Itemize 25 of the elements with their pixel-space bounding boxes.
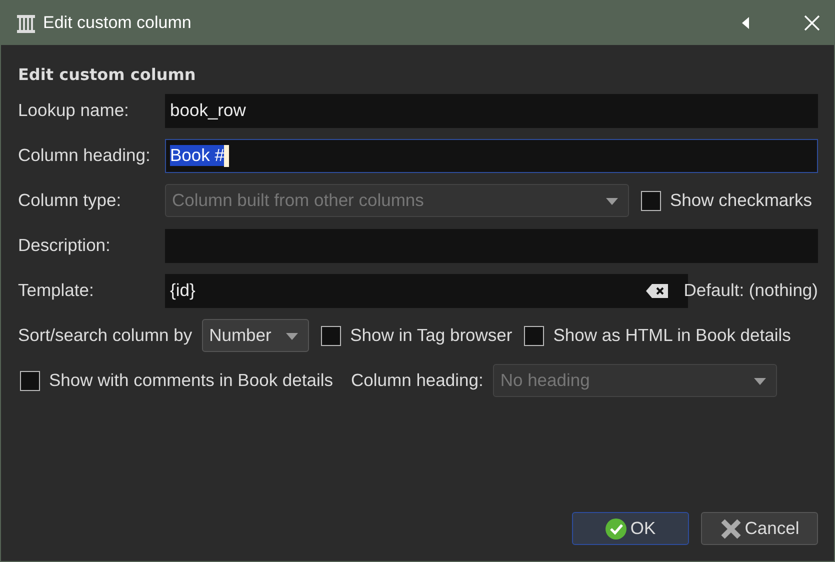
field-label: Template: xyxy=(18,280,95,301)
checkbox[interactable]: Show with comments in Book details xyxy=(20,370,334,391)
cross-icon xyxy=(720,518,742,540)
checkbox[interactable]: Show in Tag browser xyxy=(321,325,512,346)
close-icon[interactable] xyxy=(804,15,820,31)
checkbox[interactable]: Show checkmarks xyxy=(641,190,812,211)
dialog-button[interactable]: OK xyxy=(572,512,689,545)
field-label: Lookup name: xyxy=(18,100,130,121)
field-label: Column heading: xyxy=(351,370,484,391)
column-icon xyxy=(15,12,37,34)
form-heading: Edit custom column xyxy=(18,65,197,84)
input-field[interactable]: book_row xyxy=(165,94,818,128)
field-label: Sort/search column by xyxy=(18,325,192,346)
collapse-icon[interactable] xyxy=(742,17,750,29)
input-field[interactable]: Book # xyxy=(165,138,818,172)
window-title: Edit custom column xyxy=(43,13,192,33)
input-field[interactable] xyxy=(165,228,818,262)
checkbox[interactable]: Show as HTML in Book details xyxy=(524,325,791,346)
clear-icon[interactable] xyxy=(646,284,668,298)
dialog-button[interactable]: Cancel xyxy=(701,512,818,545)
field-label: Description: xyxy=(18,235,112,256)
field-label: Column heading: xyxy=(18,145,152,166)
field-label: Column type: xyxy=(18,190,122,211)
check-icon xyxy=(605,518,628,540)
dropdown[interactable]: Number xyxy=(202,319,310,352)
